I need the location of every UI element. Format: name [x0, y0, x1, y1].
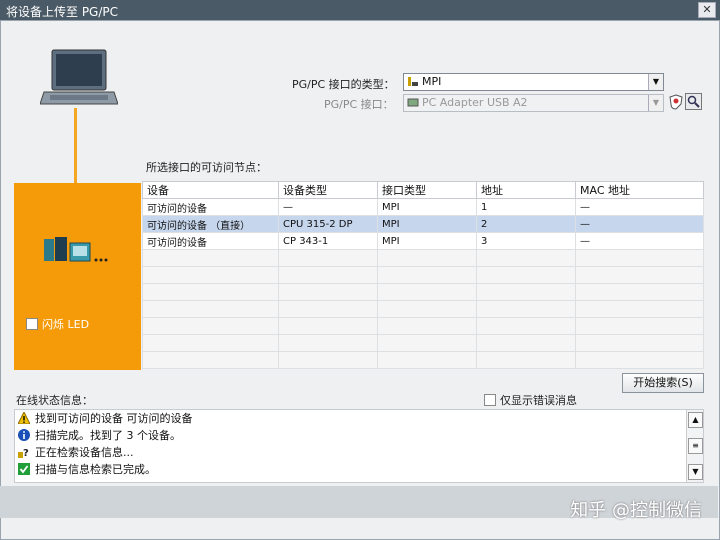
status-message-text: 找到可访问的设备 可访问的设备 — [35, 412, 193, 425]
flash-led-checkbox[interactable]: 闪烁 LED — [26, 316, 89, 332]
start-search-button[interactable]: 开始搜索(S) — [622, 373, 704, 393]
table-row[interactable]: 可访问的设备 — MPI 1 — — [142, 198, 704, 216]
interface-type-label: PG/PC 接口的类型： — [292, 78, 395, 91]
svg-text:?: ? — [23, 448, 29, 458]
interface-type-select[interactable]: MPI ▼ — [403, 73, 664, 91]
table-row-selected[interactable]: 可访问的设备 （直接） CPU 315-2 DP MPI 2 — — [142, 215, 704, 233]
checkbox-box[interactable] — [484, 394, 496, 406]
list-item: 扫描完成。找到了 3 个设备。 — [15, 427, 687, 444]
table-row-empty — [142, 334, 704, 352]
status-message-text: 正在检索设备信息... — [35, 446, 134, 459]
column-header-address[interactable]: 地址 — [476, 181, 576, 199]
cell-address: 1 — [476, 198, 576, 216]
close-button[interactable]: ✕ — [698, 2, 716, 18]
warning-icon — [18, 412, 30, 424]
chevron-down-icon[interactable]: ▼ — [648, 95, 663, 111]
cell-device: 可访问的设备 — [142, 198, 279, 216]
cell-mac: — — [575, 215, 704, 233]
table-row-empty — [142, 351, 704, 369]
cell-mac: — — [575, 232, 704, 250]
status-message-list: 找到可访问的设备 可访问的设备 扫描完成。找到了 3 个设备。 ? 正在检索设备… — [14, 409, 704, 483]
check-icon — [18, 463, 30, 475]
laptop-icon — [40, 49, 118, 105]
cell-device: 可访问的设备 （直接） — [142, 215, 279, 233]
scroll-up-icon[interactable]: ▲ — [688, 412, 703, 428]
table-row-empty — [142, 266, 704, 284]
interface-type-value: MPI — [422, 75, 442, 88]
column-header-mac-address[interactable]: MAC 地址 — [575, 181, 704, 199]
info-icon — [18, 429, 30, 441]
table-header: 设备 设备类型 接口类型 地址 MAC 地址 — [142, 181, 704, 199]
cell-interface-type: MPI — [377, 198, 477, 216]
cell-device-type: CPU 315-2 DP — [278, 215, 378, 233]
plc-device-icon — [44, 237, 108, 262]
column-header-device-type[interactable]: 设备类型 — [278, 181, 378, 199]
status-scrollbar[interactable]: ▲ ≡ ▼ — [686, 410, 703, 482]
interface-port-select[interactable]: PC Adapter USB A2 ▼ — [403, 94, 664, 112]
scroll-thumb[interactable]: ≡ — [688, 438, 703, 454]
list-item: ? 正在检索设备信息... — [15, 444, 687, 461]
cell-interface-type: MPI — [377, 232, 477, 250]
flash-led-label: 闪烁 LED — [42, 318, 90, 331]
table-row-empty — [142, 317, 704, 335]
accessible-nodes-title: 所选接口的可访问节点： — [146, 161, 267, 174]
mpi-icon — [408, 77, 418, 86]
column-header-interface-type[interactable]: 接口类型 — [377, 181, 477, 199]
interface-port-label: PG/PC 接口： — [324, 98, 394, 111]
accessible-nodes-table: 设备 设备类型 接口类型 地址 MAC 地址 可访问的设备 — MPI 1 — … — [142, 181, 704, 369]
shield-icon[interactable] — [669, 94, 683, 110]
window-title: 将设备上传至 PG/PC — [6, 5, 119, 19]
cell-mac: — — [575, 198, 704, 216]
scroll-down-icon[interactable]: ▼ — [688, 464, 703, 480]
interface-port-value: PC Adapter USB A2 — [422, 96, 528, 109]
cell-address: 3 — [476, 232, 576, 250]
table-row-empty — [142, 300, 704, 318]
search-question-icon: ? — [18, 448, 29, 458]
table-row[interactable]: 可访问的设备 CP 343-1 MPI 3 — — [142, 232, 704, 250]
list-item: 扫描与信息检索已完成。 — [15, 461, 687, 478]
cell-interface-type: MPI — [377, 215, 477, 233]
table-row-empty — [142, 283, 704, 301]
cell-device-type: — — [278, 198, 378, 216]
table-row-empty — [142, 249, 704, 267]
status-message-text: 扫描与信息检索已完成。 — [35, 463, 156, 476]
cell-address: 2 — [476, 215, 576, 233]
cell-device: 可访问的设备 — [142, 232, 279, 250]
checkbox-box[interactable] — [26, 318, 38, 330]
cell-device-type: CP 343-1 — [278, 232, 378, 250]
watermark: 知乎 @控制微信 — [570, 500, 702, 521]
errors-only-checkbox[interactable]: 仅显示错误消息 — [484, 392, 577, 408]
list-item: 找到可访问的设备 可访问的设备 — [15, 410, 687, 427]
status-message-text: 扫描完成。找到了 3 个设备。 — [35, 429, 181, 442]
title-bar: 将设备上传至 PG/PC ✕ — [0, 0, 720, 20]
usb-adapter-icon — [407, 98, 419, 107]
column-header-device[interactable]: 设备 — [142, 181, 279, 199]
connection-line — [74, 108, 77, 183]
chevron-down-icon[interactable]: ▼ — [648, 74, 663, 90]
status-title: 在线状态信息： — [16, 394, 93, 407]
errors-only-label: 仅显示错误消息 — [500, 394, 577, 407]
device-panel: 闪烁 LED — [14, 183, 141, 370]
properties-search-icon[interactable] — [685, 93, 702, 110]
